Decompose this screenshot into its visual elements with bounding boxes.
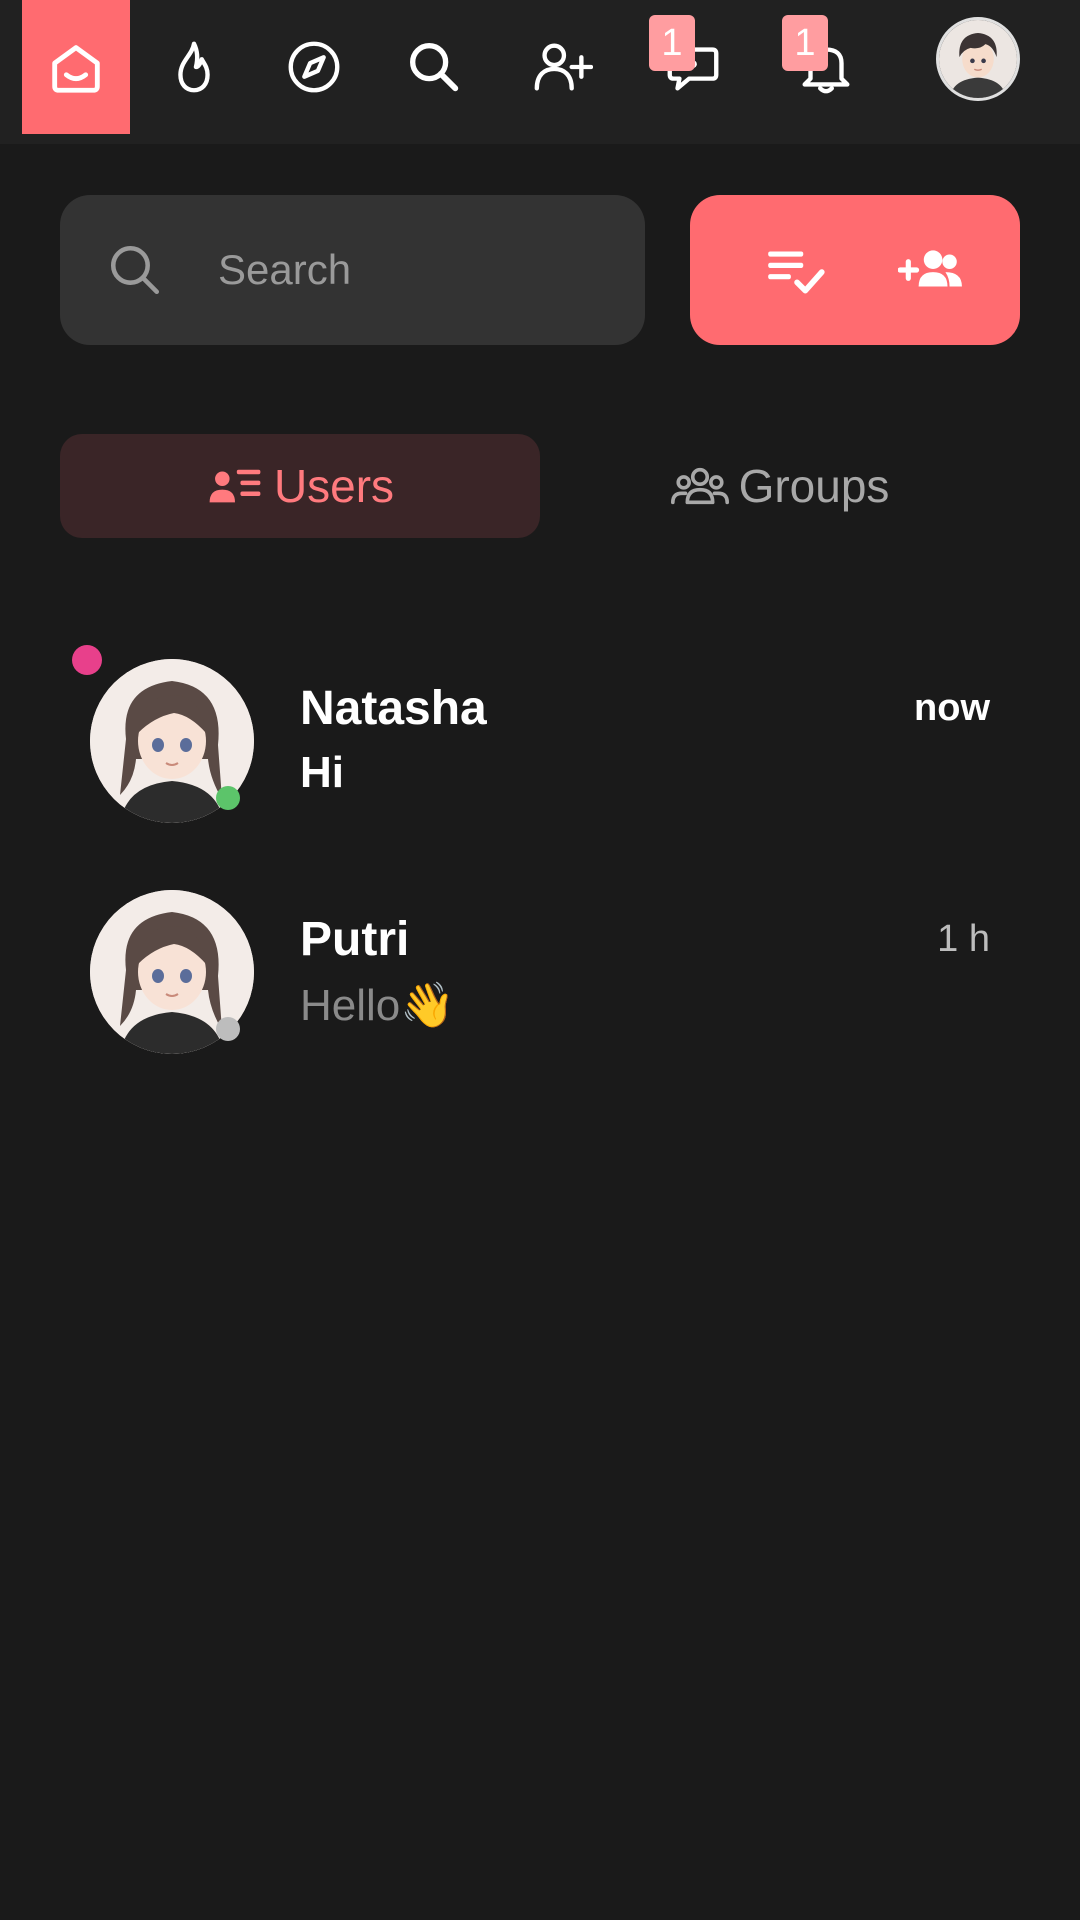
- search-box[interactable]: [60, 195, 645, 345]
- search-icon: [410, 43, 459, 92]
- offline-status-indicator: [216, 1017, 240, 1041]
- tab-users-label: Users: [273, 460, 395, 512]
- fire-icon: [178, 41, 210, 93]
- messages-badge: 1: [649, 15, 695, 71]
- user-list-icon: [209, 469, 261, 503]
- search-input[interactable]: [216, 233, 616, 307]
- tab-groups-label: Groups: [738, 460, 890, 512]
- top-nav: 1 1: [0, 0, 1080, 144]
- nav-messages-button[interactable]: 1: [639, 0, 747, 134]
- chat-last-message: Hi: [300, 748, 344, 797]
- unread-indicator: [72, 645, 102, 675]
- chat-row-natasha[interactable]: Natasha Hi now: [0, 645, 1080, 859]
- chat-name: Putri: [300, 913, 410, 966]
- nav-explore-button[interactable]: [260, 0, 368, 134]
- chat-row-putri[interactable]: Putri Hello👋 1 h: [0, 890, 1080, 1090]
- home-icon: [52, 45, 100, 93]
- tab-users[interactable]: Users: [60, 434, 540, 538]
- online-status-indicator: [216, 786, 240, 810]
- nav-search-button[interactable]: [380, 0, 488, 134]
- select-chats-button[interactable]: [720, 195, 870, 345]
- avatar: [939, 20, 1017, 98]
- chat-name: Natasha: [300, 682, 487, 735]
- profile-avatar[interactable]: [936, 17, 1020, 101]
- chat-time: now: [914, 687, 990, 729]
- add-user-icon: [534, 43, 593, 91]
- tab-groups[interactable]: Groups: [560, 434, 1000, 538]
- notifications-badge: 1: [782, 15, 828, 71]
- nav-trending-button[interactable]: [140, 0, 248, 134]
- nav-home-button[interactable]: [22, 0, 130, 134]
- chat-last-message: Hello👋: [300, 981, 456, 1030]
- nav-notifications-button[interactable]: 1: [772, 0, 880, 134]
- nav-add-friend-button[interactable]: [508, 0, 616, 134]
- search-icon: [110, 245, 160, 295]
- action-button-group: [690, 195, 1020, 345]
- chat-time: 1 h: [937, 918, 990, 960]
- groups-icon: [670, 467, 729, 505]
- add-group-icon: [898, 250, 962, 287]
- checklist-icon: [768, 251, 825, 294]
- compass-icon: [288, 41, 340, 93]
- add-group-button[interactable]: [856, 195, 1006, 345]
